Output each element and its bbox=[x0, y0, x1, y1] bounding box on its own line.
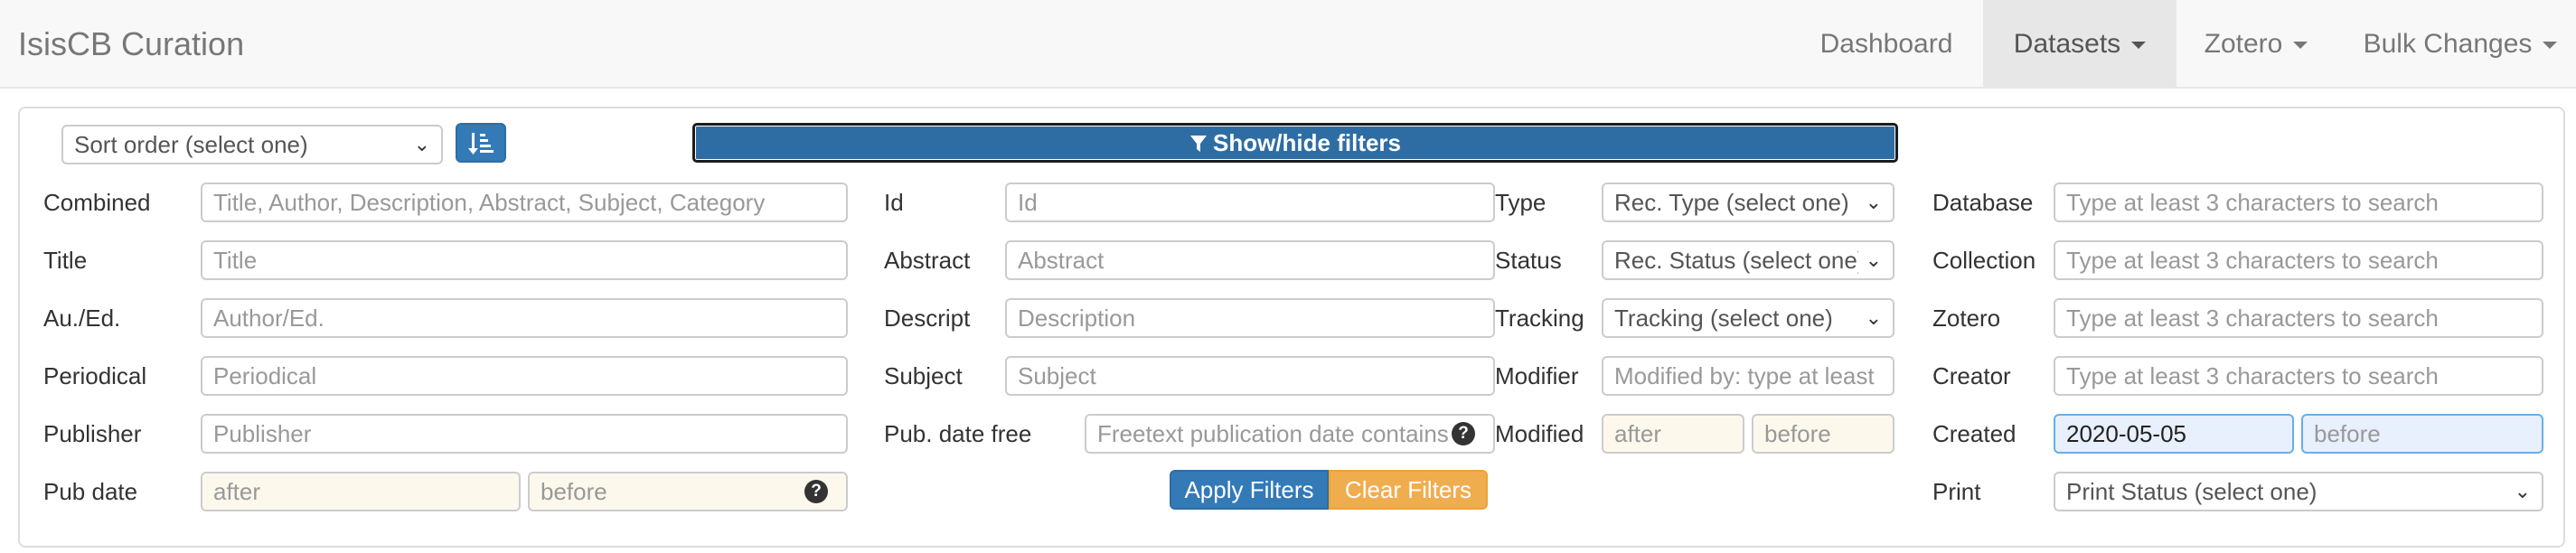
filter-icon bbox=[1189, 136, 1207, 152]
periodical-input[interactable] bbox=[201, 356, 848, 396]
caret-down-icon bbox=[2543, 42, 2558, 50]
label-combined: Combined bbox=[43, 189, 151, 216]
navbar: IsisCB Curation Dashboard Datasets Zoter… bbox=[0, 0, 2576, 89]
nav-bulk-changes-label: Bulk Changes bbox=[2363, 29, 2533, 59]
pub-date-before-input[interactable] bbox=[528, 472, 848, 511]
chevron-down-icon: ⌄ bbox=[2514, 480, 2531, 502]
label-type: Type bbox=[1495, 189, 1547, 216]
print-status-value: Print Status (select one) bbox=[2066, 478, 2317, 505]
description-input[interactable] bbox=[1005, 298, 1495, 338]
caret-down-icon bbox=[2131, 42, 2147, 50]
apply-filters-button[interactable]: Apply Filters bbox=[1170, 470, 1329, 510]
modified-after-input[interactable] bbox=[1602, 414, 1744, 454]
author-input[interactable] bbox=[201, 298, 848, 338]
record-status-select[interactable]: Rec. Status (select one) ⌄ bbox=[1602, 240, 1894, 280]
label-creator: Creator bbox=[1932, 362, 2011, 389]
label-modifier: Modifier bbox=[1495, 362, 1579, 389]
label-tracking: Tracking bbox=[1495, 305, 1584, 332]
title-input[interactable] bbox=[201, 240, 848, 280]
record-status-value: Rec. Status (select one) bbox=[1614, 247, 1858, 274]
zotero-input[interactable] bbox=[2054, 298, 2543, 338]
label-zotero: Zotero bbox=[1932, 305, 2001, 332]
subject-input[interactable] bbox=[1005, 356, 1495, 396]
collection-input[interactable] bbox=[2054, 240, 2543, 280]
record-type-value: Rec. Type (select one) bbox=[1614, 189, 1849, 216]
label-database: Database bbox=[1932, 189, 2034, 216]
created-after-input[interactable] bbox=[2054, 414, 2294, 454]
sort-amount-asc-icon bbox=[468, 133, 494, 155]
database-input[interactable] bbox=[2054, 183, 2543, 222]
creator-input[interactable] bbox=[2054, 356, 2543, 396]
nav-datasets-label: Datasets bbox=[2013, 29, 2121, 59]
question-circle-icon[interactable]: ? bbox=[1452, 422, 1475, 445]
pub-date-free-input[interactable] bbox=[1085, 414, 1495, 454]
modifier-input[interactable] bbox=[1602, 356, 1894, 396]
filter-panel: Sort order (select one) ⌄ Show/hide filt… bbox=[18, 107, 2565, 548]
label-created: Created bbox=[1932, 420, 2017, 447]
id-input[interactable] bbox=[1005, 183, 1495, 222]
chevron-down-icon: ⌄ bbox=[1865, 191, 1882, 213]
label-pub-date-free: Pub. date free bbox=[884, 420, 1032, 447]
publisher-input[interactable] bbox=[201, 414, 848, 454]
label-pub-date: Pub date bbox=[43, 478, 138, 505]
label-status: Status bbox=[1495, 247, 1562, 274]
label-abstract: Abstract bbox=[884, 247, 971, 274]
show-hide-filters-button[interactable]: Show/hide filters bbox=[692, 123, 1898, 163]
label-publisher: Publisher bbox=[43, 420, 142, 447]
chevron-down-icon: ⌄ bbox=[1865, 306, 1882, 329]
label-author: Au./Ed. bbox=[43, 305, 121, 332]
label-subject: Subject bbox=[884, 362, 963, 389]
show-hide-filters-label: Show/hide filters bbox=[1212, 129, 1402, 156]
nav-bulk-changes[interactable]: Bulk Changes bbox=[2345, 0, 2576, 89]
combined-input[interactable] bbox=[201, 183, 848, 222]
pub-date-after-input[interactable] bbox=[201, 472, 521, 511]
chevron-down-icon: ⌄ bbox=[413, 133, 430, 155]
modified-before-input[interactable] bbox=[1752, 414, 1894, 454]
label-title: Title bbox=[43, 247, 88, 274]
nav-dashboard[interactable]: Dashboard bbox=[1799, 0, 1974, 89]
label-collection: Collection bbox=[1932, 247, 2036, 274]
abstract-input[interactable] bbox=[1005, 240, 1495, 280]
question-circle-icon[interactable]: ? bbox=[804, 480, 828, 503]
record-type-select[interactable]: Rec. Type (select one) ⌄ bbox=[1602, 183, 1894, 222]
print-status-select[interactable]: Print Status (select one) ⌄ bbox=[2054, 472, 2543, 511]
sort-direction-button[interactable] bbox=[456, 123, 506, 163]
label-print: Print bbox=[1932, 478, 1981, 505]
chevron-down-icon: ⌄ bbox=[1865, 248, 1882, 271]
sort-order-select[interactable]: Sort order (select one) ⌄ bbox=[61, 125, 443, 164]
nav-datasets[interactable]: Datasets bbox=[1983, 0, 2176, 89]
nav-dashboard-label: Dashboard bbox=[1819, 29, 1953, 59]
clear-filters-button[interactable]: Clear Filters bbox=[1329, 470, 1488, 510]
label-descript: Descript bbox=[884, 305, 971, 332]
nav-zotero-label: Zotero bbox=[2204, 29, 2283, 59]
nav-zotero[interactable]: Zotero bbox=[2176, 0, 2336, 89]
label-id: Id bbox=[884, 189, 904, 216]
label-periodical: Periodical bbox=[43, 362, 147, 389]
tracking-select[interactable]: Tracking (select one) ⌄ bbox=[1602, 298, 1894, 338]
sort-order-value: Sort order (select one) bbox=[74, 131, 308, 158]
caret-down-icon bbox=[2293, 42, 2308, 50]
created-before-input[interactable] bbox=[2301, 414, 2543, 454]
tracking-value: Tracking (select one) bbox=[1614, 305, 1833, 332]
label-modified: Modified bbox=[1495, 420, 1584, 447]
brand-title[interactable]: IsisCB Curation bbox=[18, 0, 244, 89]
